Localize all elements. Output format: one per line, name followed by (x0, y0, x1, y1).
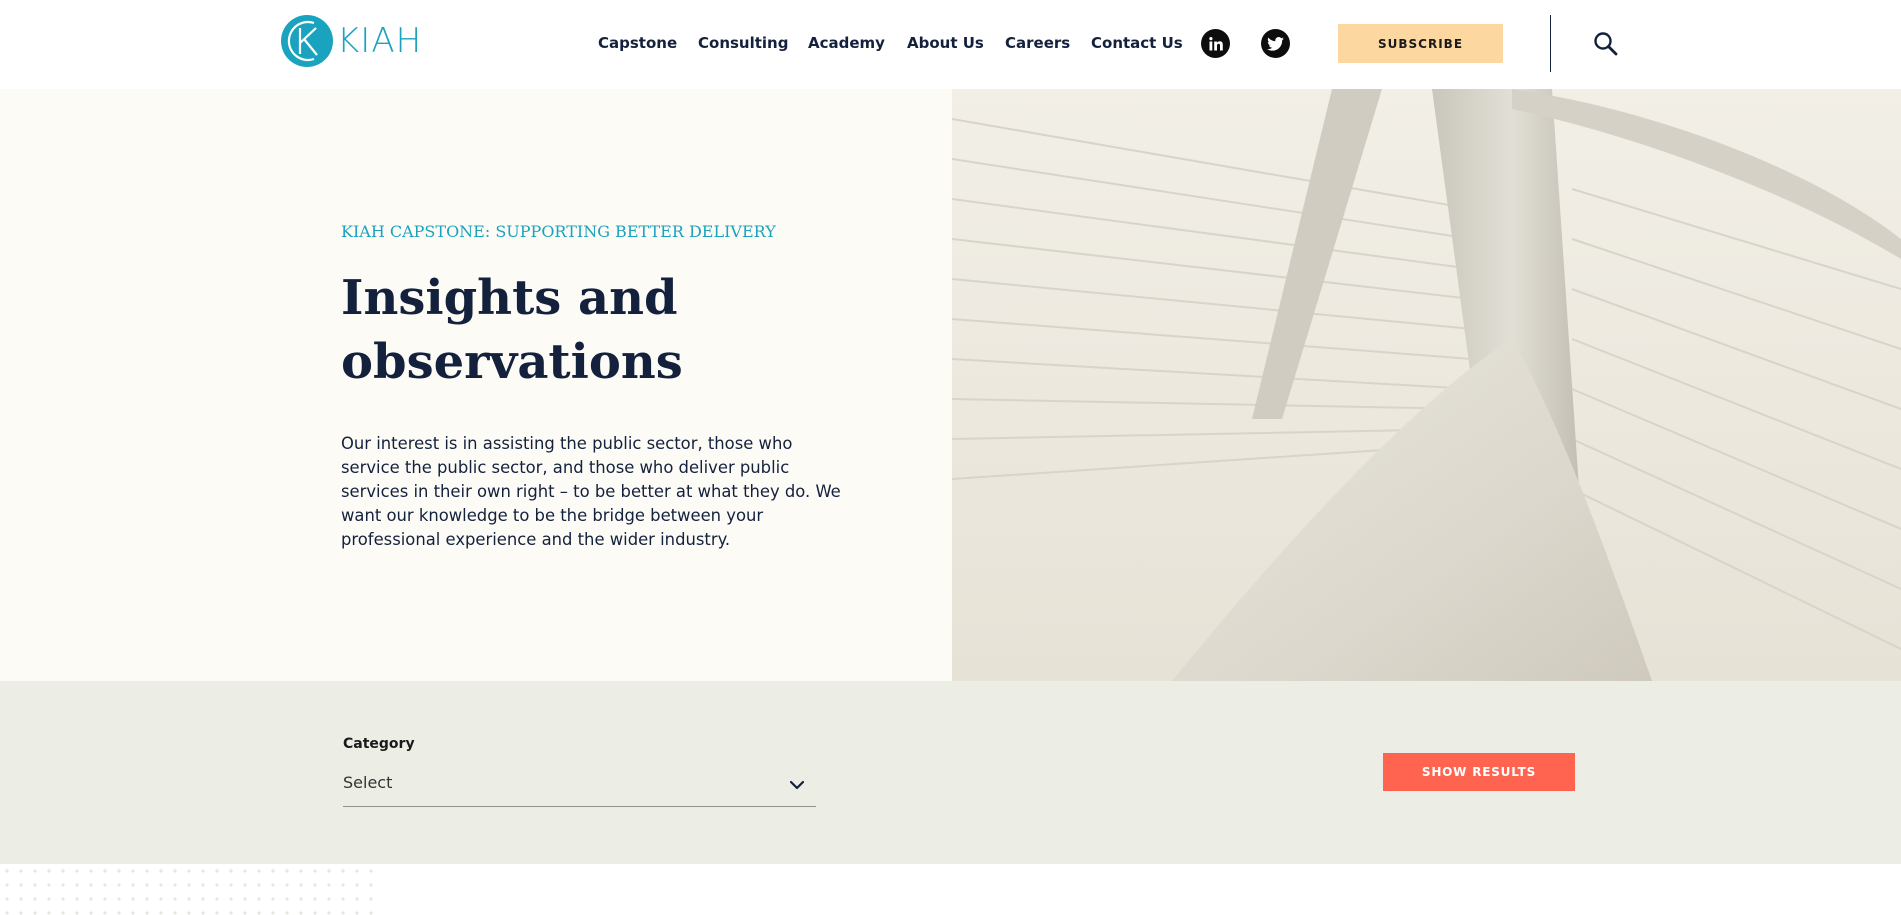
header-divider (1550, 15, 1551, 72)
nav-contact-us[interactable]: Contact Us (1091, 33, 1183, 53)
subscribe-button[interactable]: SUBSCRIBE (1338, 24, 1503, 63)
bridge-illustration (952, 89, 1901, 681)
nav-academy[interactable]: Academy (808, 33, 885, 53)
hero-description: Our interest is in assisting the public … (341, 434, 841, 549)
twitter-link[interactable] (1261, 29, 1290, 58)
category-select[interactable]: Select (343, 767, 816, 807)
linkedin-icon (1208, 36, 1223, 50)
nav-consulting[interactable]: Consulting (698, 33, 788, 53)
category-label: Category (343, 736, 415, 752)
twitter-icon (1267, 36, 1284, 51)
filter-bar (0, 681, 1901, 864)
nav-about-us[interactable]: About Us (907, 33, 984, 53)
page-title-line2: observations (341, 334, 683, 390)
chevron-down-icon (789, 780, 805, 790)
site-header: KIAH Capstone Consulting Academy About U… (0, 0, 1901, 89)
nav-capstone[interactable]: Capstone (598, 33, 677, 53)
decorative-dot-pattern (0, 864, 380, 915)
page-title-line1: Insights and (341, 270, 678, 326)
hero-image-bridge (952, 89, 1901, 681)
hero-eyebrow: KIAH CAPSTONE: SUPPORTING BETTER DELIVER… (341, 222, 776, 241)
category-select-value: Select (343, 773, 393, 792)
show-results-button[interactable]: SHOW RESULTS (1383, 753, 1575, 791)
search-icon (1594, 32, 1618, 56)
search-button[interactable] (1593, 31, 1619, 57)
nav-careers[interactable]: Careers (1005, 33, 1070, 53)
linkedin-link[interactable] (1201, 29, 1230, 58)
page-title: Insights and observations (341, 266, 861, 394)
